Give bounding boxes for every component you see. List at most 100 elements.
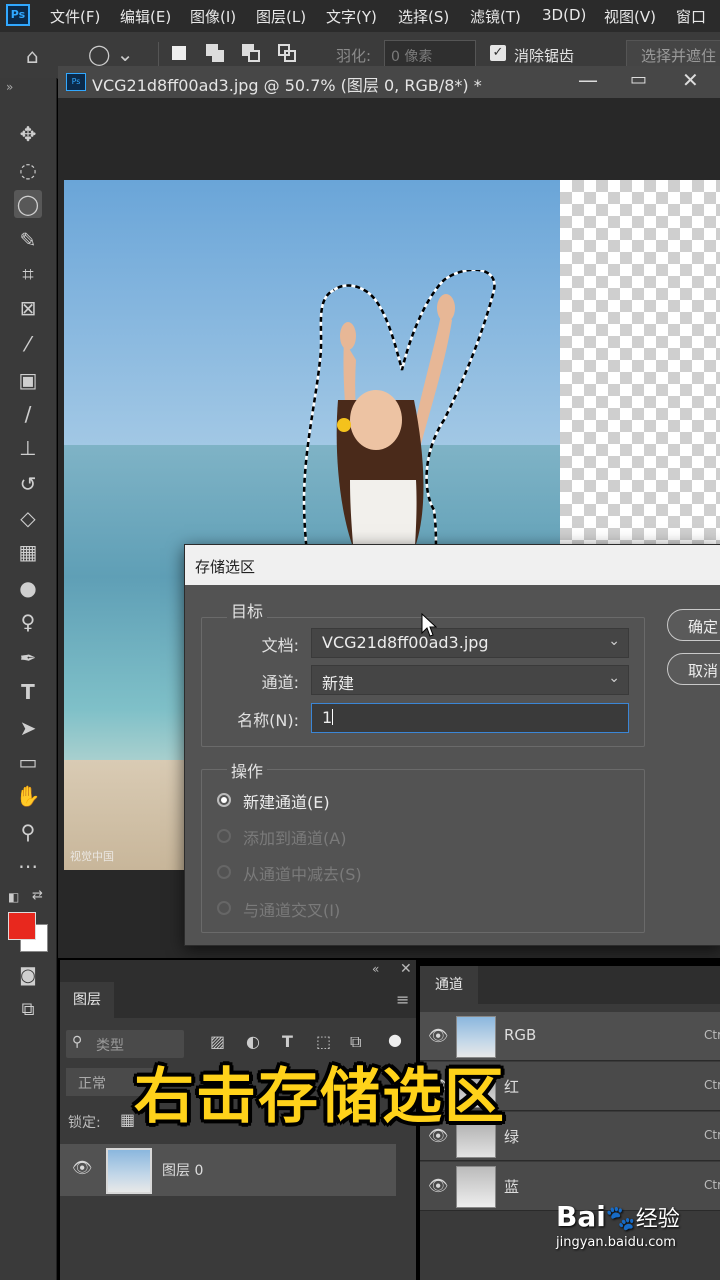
target-group-label: 目标: [227, 598, 268, 622]
operation-group-label: 操作: [227, 758, 268, 782]
close-panel-icon[interactable]: ✕: [400, 961, 412, 977]
swap-colors-icon[interactable]: ⇄: [32, 888, 43, 903]
lasso-preset-icon[interactable]: ◯ ⌄: [88, 42, 134, 66]
watermark-url: jingyan.baidu.com: [556, 1235, 676, 1250]
default-colors-icon[interactable]: ◧: [8, 890, 19, 904]
channel-shortcut: Ctr: [704, 1028, 720, 1042]
quick-selection-tool-icon[interactable]: ✎: [14, 226, 42, 254]
add-to-channel-radio[interactable]: [217, 829, 231, 843]
clone-stamp-tool-icon[interactable]: ⊥: [14, 434, 42, 462]
blur-tool-icon[interactable]: ●: [14, 574, 42, 602]
mouse-cursor-icon: [421, 613, 437, 637]
channels-tabbar: 通道: [420, 966, 720, 1004]
eyedropper-tool-icon[interactable]: ⁄: [14, 330, 42, 358]
menu-edit[interactable]: 编辑(E): [120, 6, 171, 27]
dodge-tool-icon[interactable]: ♀: [14, 608, 42, 636]
zoom-tool-icon[interactable]: ⚲: [14, 818, 42, 846]
crop-tool-icon[interactable]: ⌗: [14, 260, 42, 288]
screen-mode-icon[interactable]: ⧉: [14, 996, 42, 1024]
panel-menu-icon[interactable]: ≡: [396, 990, 409, 1009]
video-caption: 右击存储选区: [134, 1062, 506, 1132]
visibility-eye-icon[interactable]: 👁: [428, 1026, 448, 1045]
document-tab[interactable]: Ps VCG21d8ff00ad3.jpg @ 50.7% (图层 0, RGB…: [58, 66, 720, 98]
subtract-from-channel-radio[interactable]: [217, 865, 231, 879]
add-to-selection-icon[interactable]: [204, 42, 226, 64]
hand-tool-icon[interactable]: ✋: [14, 782, 42, 810]
frame-tool-icon[interactable]: ⊠: [14, 294, 42, 322]
history-brush-tool-icon[interactable]: ↺: [14, 470, 42, 498]
channel-name: 蓝: [504, 1178, 520, 1196]
baidu-jingyan-watermark: Bai🐾经验 jingyan.baidu.com: [556, 1200, 680, 1250]
menu-type[interactable]: 文字(Y): [326, 6, 377, 27]
brush-tool-icon[interactable]: /: [14, 400, 42, 428]
chevron-down-icon: ⌄: [608, 633, 620, 649]
watermark-brand: Bai: [556, 1200, 606, 1233]
subtract-selection-icon[interactable]: [240, 42, 262, 64]
channel-shortcut: Ctr: [704, 1128, 720, 1142]
subtract-from-channel-label: 从通道中减去(S): [243, 865, 362, 884]
menu-view[interactable]: 视图(V): [604, 6, 656, 27]
name-input[interactable]: 1: [311, 703, 629, 733]
foreground-color-swatch[interactable]: [8, 912, 36, 940]
menu-image[interactable]: 图像(I): [190, 6, 236, 27]
intersect-channel-label: 与通道交叉(I): [243, 901, 341, 920]
pen-tool-icon[interactable]: ✒: [14, 644, 42, 672]
path-selection-tool-icon[interactable]: ➤: [14, 714, 42, 742]
channel-name: 绿: [504, 1128, 520, 1146]
gradient-tool-icon[interactable]: ▦: [14, 538, 42, 566]
eraser-tool-icon[interactable]: ◇: [14, 504, 42, 532]
tab-layers[interactable]: 图层: [60, 982, 114, 1018]
menu-select[interactable]: 选择(S): [398, 6, 449, 27]
layer-name: 图层 0: [162, 1163, 204, 1179]
visibility-eye-icon[interactable]: 👁: [72, 1158, 92, 1177]
minimize-icon[interactable]: —: [578, 68, 598, 92]
channel-name: RGB: [504, 1026, 537, 1044]
menu-filter[interactable]: 滤镜(T): [470, 6, 521, 27]
maximize-icon[interactable]: ▭: [630, 69, 647, 90]
layer-row[interactable]: 👁 图层 0: [60, 1144, 396, 1196]
menu-3d[interactable]: 3D(D): [542, 6, 586, 24]
add-to-channel-label: 添加到通道(A): [243, 829, 347, 848]
menu-layer[interactable]: 图层(L): [256, 6, 306, 27]
healing-brush-tool-icon[interactable]: ▣: [14, 366, 42, 394]
search-icon: ⚲: [72, 1034, 83, 1050]
close-icon[interactable]: ✕: [682, 68, 699, 92]
menu-window[interactable]: 窗口: [676, 6, 706, 27]
document-select[interactable]: VCG21d8ff00ad3.jpg ⌄: [311, 628, 629, 658]
antialias-label: 消除锯齿: [514, 47, 575, 65]
type-tool-icon[interactable]: T: [14, 678, 42, 706]
dialog-title-bar[interactable]: 存储选区: [185, 545, 720, 585]
antialias-checkbox[interactable]: ✓: [490, 45, 506, 61]
quick-mask-icon[interactable]: ◙: [14, 962, 42, 990]
channel-select[interactable]: 新建 ⌄: [311, 665, 629, 695]
ok-button[interactable]: 确定: [667, 609, 720, 641]
rectangle-tool-icon[interactable]: ▭: [14, 748, 42, 776]
home-icon[interactable]: ⌂: [26, 44, 39, 68]
photoshop-logo-icon: Ps: [6, 4, 30, 26]
intersect-selection-icon[interactable]: [276, 42, 298, 64]
filter-toggle-icon[interactable]: ●: [388, 1030, 402, 1049]
dialog-title: 存储选区: [195, 558, 256, 576]
channel-thumbnail: [456, 1166, 496, 1208]
tab-channels[interactable]: 通道: [420, 966, 478, 1004]
lasso-tool-icon[interactable]: ◯: [14, 190, 42, 218]
collapse-icon[interactable]: «: [372, 962, 379, 976]
divider: [158, 42, 159, 68]
layers-tabbar: 图层 ≡: [60, 982, 416, 1018]
more-tools-icon[interactable]: ⋯: [14, 852, 42, 880]
collapse-arrows-icon[interactable]: »: [6, 80, 13, 94]
text-cursor: [332, 709, 334, 725]
intersect-channel-radio[interactable]: [217, 901, 231, 915]
move-tool-icon[interactable]: ✥: [14, 120, 42, 148]
channel-shortcut: Ctr: [704, 1178, 720, 1192]
marquee-tool-icon[interactable]: ◌: [14, 156, 42, 184]
lock-transparent-icon[interactable]: ▦: [120, 1110, 135, 1129]
new-channel-radio[interactable]: [217, 793, 231, 807]
name-label: 名称(N):: [237, 711, 299, 730]
new-selection-icon[interactable]: [168, 42, 190, 64]
visibility-eye-icon[interactable]: 👁: [428, 1176, 448, 1195]
new-channel-label: 新建通道(E): [243, 793, 330, 812]
lock-label: 锁定:: [68, 1115, 101, 1131]
cancel-button[interactable]: 取消: [667, 653, 720, 685]
menu-file[interactable]: 文件(F): [50, 6, 100, 27]
